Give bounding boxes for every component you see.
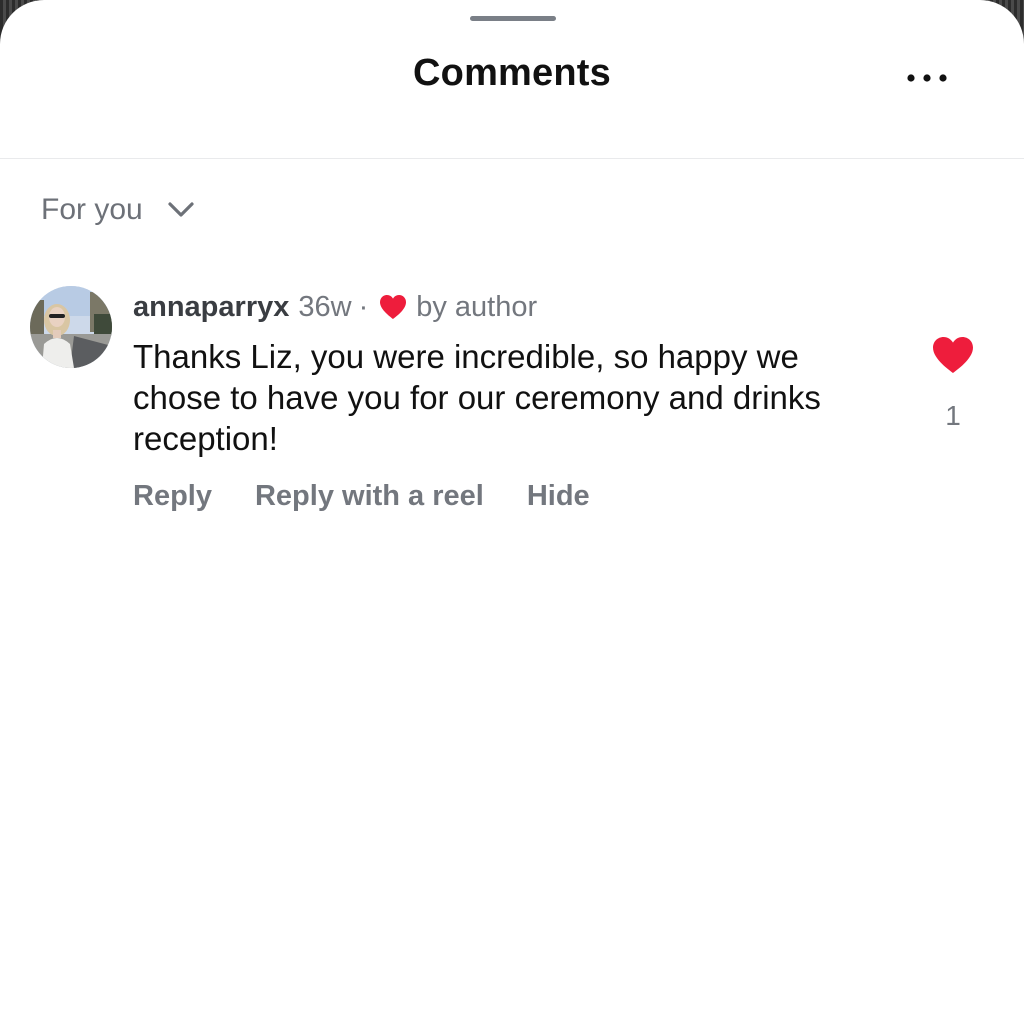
comment-actions: Reply Reply with a reel Hide: [133, 476, 590, 516]
comment-timestamp: 36w: [298, 290, 352, 323]
like-count: 1: [945, 400, 961, 431]
sort-label: For you: [41, 193, 143, 226]
more-options-button[interactable]: [898, 60, 958, 96]
avatar[interactable]: [30, 286, 112, 368]
comment-username[interactable]: annaparryx: [133, 291, 289, 324]
hide-button[interactable]: Hide: [527, 480, 590, 513]
liked-by-author-label: by author: [416, 290, 538, 323]
more-horizontal-icon: [907, 74, 947, 82]
header-separator: ·: [358, 290, 369, 323]
reply-button[interactable]: Reply: [133, 480, 212, 513]
heart-filled-icon: [933, 337, 973, 373]
chevron-down-icon: [168, 202, 194, 217]
avatar-photo: [30, 286, 112, 368]
comments-sheet: Comments For you annaparryx 36w · by aut…: [0, 0, 1024, 1024]
like-comment-button[interactable]: [930, 334, 976, 376]
heart-filled-icon: [380, 295, 407, 319]
comment-sort-dropdown[interactable]: For you: [41, 188, 195, 232]
sheet-header: Comments: [0, 0, 1024, 159]
reply-with-reel-button[interactable]: Reply with a reel: [255, 480, 484, 513]
comment-text: Thanks Liz, you were incredible, so happ…: [133, 338, 821, 457]
comment-header: annaparryx 36w · by author: [133, 289, 537, 325]
sheet-title: Comments: [413, 52, 611, 94]
